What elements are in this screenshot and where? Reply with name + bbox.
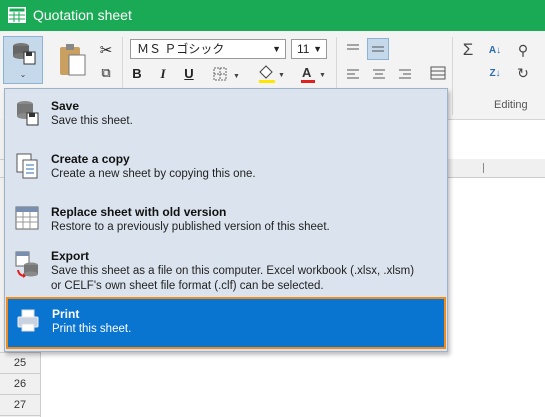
copy-document-icon xyxy=(16,153,38,179)
menu-item-description: Create a new sheet by copying this one. xyxy=(51,168,256,180)
title-bar: Quotation sheet xyxy=(0,0,545,31)
menu-item-description: Save this sheet. xyxy=(51,115,133,127)
clipboard-icon xyxy=(60,44,86,76)
menu-item-label: Export xyxy=(51,249,90,263)
font-color-button[interactable]: A ▼ xyxy=(297,63,329,85)
row-divider xyxy=(0,415,40,416)
editing-group-label: Editing xyxy=(494,99,528,111)
chevron-down-icon: ▼ xyxy=(313,44,322,54)
font-color-icon: A ▼ xyxy=(301,65,326,83)
menu-item-replace-sheet[interactable]: Replace sheet with old version Restore t… xyxy=(7,205,445,239)
sigma-icon: Σ xyxy=(462,40,474,59)
replace-sheet-icon xyxy=(15,206,39,230)
menu-item-label: Save xyxy=(51,99,80,113)
italic-button[interactable]: I xyxy=(153,64,173,84)
sort-ascending-icon: A↓ xyxy=(488,44,502,56)
paint-bucket-icon: ▼ xyxy=(259,65,285,83)
sheet-menu-button[interactable]: ⌄ xyxy=(3,36,43,84)
align-left-icon xyxy=(347,69,359,79)
menu-item-label: Print xyxy=(52,307,80,321)
align-top-button[interactable] xyxy=(343,39,363,59)
scissors-icon: ✂ xyxy=(99,42,113,59)
svg-text:A: A xyxy=(302,65,312,80)
menu-item-save[interactable]: Save Save this sheet. xyxy=(7,99,445,133)
cut-button[interactable]: ✂ xyxy=(96,40,116,60)
sheet-menu-dropdown: Save Save this sheet. Create a copy Crea… xyxy=(4,88,448,352)
paste-button[interactable] xyxy=(55,41,89,81)
database-save-icon xyxy=(17,101,39,126)
svg-text:⌄: ⌄ xyxy=(20,70,27,79)
menu-item-export[interactable]: Export Save this sheet as a file on this… xyxy=(7,249,445,292)
row-number: 25 xyxy=(13,357,27,369)
row-divider xyxy=(0,394,40,395)
menu-item-create-copy[interactable]: Create a copy Create a new sheet by copy… xyxy=(7,152,445,186)
font-size-select[interactable]: 11 ▼ xyxy=(291,39,327,59)
menu-item-description-line2: or CELF's own sheet file format (.clf) c… xyxy=(51,280,324,292)
spreadsheet-app-icon xyxy=(8,7,26,23)
sort-descending-button[interactable]: Z↓ xyxy=(485,63,505,83)
font-size-value: 11 xyxy=(297,42,310,56)
svg-text:▼: ▼ xyxy=(233,73,240,80)
bold-button[interactable]: B xyxy=(127,64,147,84)
replace-button[interactable]: ↻ xyxy=(513,63,533,83)
border-icon: ▼ xyxy=(213,67,240,81)
menu-item-label: Replace sheet with old version xyxy=(51,205,227,219)
align-center-button[interactable] xyxy=(369,64,389,84)
border-button[interactable]: ▼ xyxy=(210,64,242,84)
row-divider xyxy=(0,352,40,353)
merge-cells-icon xyxy=(430,66,446,80)
copy-icon: ⧉ xyxy=(101,65,111,80)
underline-button[interactable]: U xyxy=(179,64,199,84)
fill-color-button[interactable]: ▼ xyxy=(255,63,287,85)
align-middle-icon xyxy=(372,46,384,52)
align-right-button[interactable] xyxy=(395,64,415,84)
row-number: 27 xyxy=(13,399,27,411)
sum-button[interactable]: Σ xyxy=(458,40,478,60)
copy-button[interactable]: ⧉ xyxy=(96,63,116,83)
merge-cells-button[interactable] xyxy=(427,62,449,84)
align-middle-button[interactable] xyxy=(367,38,389,60)
export-icon xyxy=(15,251,38,278)
menu-item-description: Print this sheet. xyxy=(52,323,132,335)
printer-icon xyxy=(17,309,39,332)
column-divider xyxy=(483,163,484,173)
separator xyxy=(452,37,453,115)
align-right-icon xyxy=(399,69,411,79)
sort-descending-icon: Z↓ xyxy=(489,67,501,79)
align-left-button[interactable] xyxy=(343,64,363,84)
refresh-icon: ↻ xyxy=(517,64,529,81)
align-top-icon xyxy=(347,44,359,50)
menu-item-description: Restore to a previously published versio… xyxy=(51,221,330,233)
search-icon: ⚲ xyxy=(517,41,529,58)
row-number: 26 xyxy=(13,378,27,390)
row-divider xyxy=(0,373,40,374)
menu-item-print[interactable]: Print Print this sheet. xyxy=(6,297,446,349)
menu-item-label: Create a copy xyxy=(51,152,130,166)
svg-text:▼: ▼ xyxy=(319,72,326,79)
font-name-select[interactable]: ＭＳ Ｐゴシック ▼ xyxy=(130,39,286,59)
window-title: Quotation sheet xyxy=(33,7,132,23)
menu-item-description: Save this sheet as a file on this comput… xyxy=(51,265,415,277)
svg-text:▼: ▼ xyxy=(278,72,285,79)
find-button[interactable]: ⚲ xyxy=(513,40,533,60)
chevron-down-icon: ▼ xyxy=(272,44,281,54)
align-center-icon xyxy=(373,69,385,79)
database-icon: ⌄ xyxy=(13,43,36,79)
sort-ascending-button[interactable]: A↓ xyxy=(485,40,505,60)
font-name-value: ＭＳ Ｐゴシック xyxy=(137,42,225,56)
